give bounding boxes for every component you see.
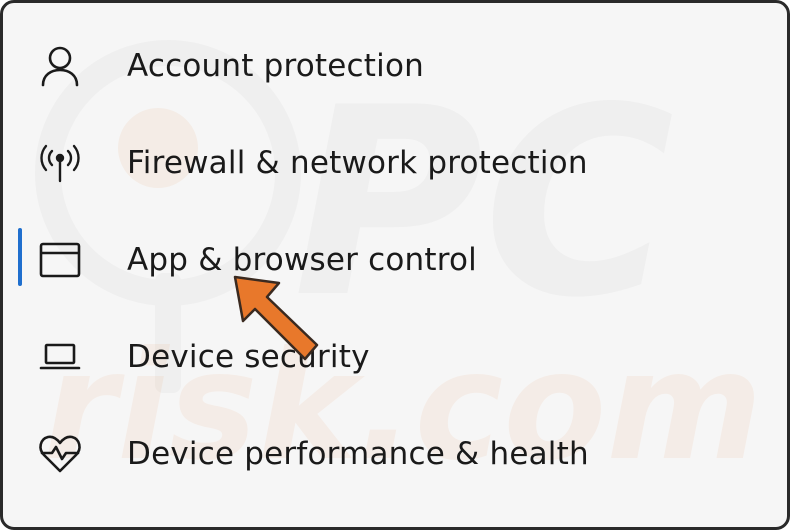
app-window-icon xyxy=(35,235,85,285)
selected-item-indicator xyxy=(18,228,22,286)
menu-item-label: Device performance & health xyxy=(127,436,589,472)
menu-item-app-browser-control[interactable]: App & browser control xyxy=(3,215,763,305)
security-navigation-menu: Account protection Firewall & network pr… xyxy=(3,3,787,527)
screenshot-frame: PC risk.com Account protection Firewall … xyxy=(0,0,790,530)
heart-pulse-icon xyxy=(35,429,85,479)
menu-item-firewall-network-protection[interactable]: Firewall & network protection xyxy=(3,118,763,208)
menu-item-label: App & browser control xyxy=(127,242,477,278)
laptop-icon xyxy=(35,332,85,382)
menu-item-label: Account protection xyxy=(127,48,424,84)
person-icon xyxy=(35,41,85,91)
menu-item-label: Device security xyxy=(127,339,370,375)
menu-item-device-performance-health[interactable]: Device performance & health xyxy=(3,409,763,499)
menu-item-device-security[interactable]: Device security xyxy=(3,312,763,402)
antenna-icon xyxy=(35,138,85,188)
menu-item-account-protection[interactable]: Account protection xyxy=(3,21,763,111)
menu-item-label: Firewall & network protection xyxy=(127,145,588,181)
